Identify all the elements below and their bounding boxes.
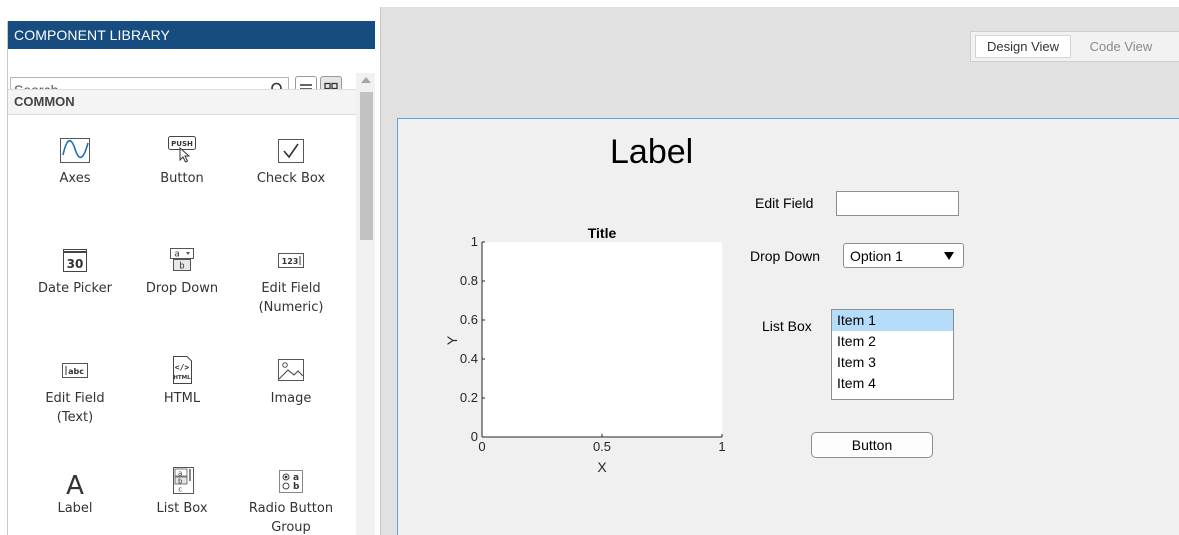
component-label: HTML: [163, 391, 201, 406]
x-tick-label: 0: [478, 439, 485, 454]
component-label-line2: (Numeric): [258, 300, 324, 315]
component-label: Label: [57, 501, 93, 516]
edit-field-input[interactable]: [836, 191, 959, 216]
view-toggle: Design View Code View: [970, 31, 1179, 62]
library-scrollbar[interactable]: [356, 73, 375, 535]
component-label: Drop Down: [145, 281, 219, 296]
scrollbar-thumb[interactable]: [360, 92, 373, 240]
listbox-icon: a b c: [173, 467, 194, 494]
svg-text:</>: </>: [175, 363, 190, 372]
drop-down-value: Option 1: [850, 248, 903, 264]
text-field-icon: abc: [62, 363, 88, 378]
calendar-icon: 30: [63, 249, 87, 272]
y-axis-label: Y: [444, 335, 460, 345]
html-icon: </> HTML: [173, 356, 192, 384]
tab-design-view[interactable]: Design View: [975, 35, 1071, 58]
push-button-icon: PUSH: [168, 136, 196, 163]
dropdown-icon: a b: [170, 248, 194, 272]
list-box-item[interactable]: Item 1: [832, 310, 953, 331]
y-tick-label: 0.4: [460, 351, 478, 366]
list-box-item[interactable]: Item 2: [832, 331, 953, 352]
drop-down[interactable]: Option 1: [843, 243, 964, 268]
x-tick-label: 1: [718, 439, 725, 454]
component-edit-field-text[interactable]: abc Edit Field (Text): [25, 353, 125, 427]
svg-text:abc: abc: [68, 367, 84, 376]
component-label-line1: Edit Field: [45, 391, 105, 406]
list-box[interactable]: Item 1 Item 2 Item 3 Item 4: [831, 309, 954, 400]
component-label[interactable]: A Label: [25, 463, 125, 518]
component-label: Axes: [59, 171, 91, 186]
svg-text:b: b: [178, 477, 182, 485]
component-list-box[interactable]: a b c List Box: [132, 463, 232, 518]
scroll-up-arrow-icon[interactable]: [361, 77, 371, 83]
component-label: Date Picker: [38, 281, 112, 296]
svg-text:PUSH: PUSH: [171, 140, 193, 148]
svg-text:b: b: [179, 262, 184, 272]
component-html[interactable]: </> HTML HTML: [132, 353, 232, 408]
axes-icon: [60, 138, 90, 163]
svg-text:30: 30: [67, 257, 84, 271]
svg-text:c: c: [178, 485, 182, 493]
component-button[interactable]: PUSH Button: [132, 133, 232, 188]
svg-text:a: a: [178, 469, 182, 477]
svg-text:b: b: [293, 482, 300, 492]
component-label-line2: (Text): [56, 410, 94, 425]
checkbox-icon: [278, 139, 304, 163]
svg-text:123: 123: [282, 257, 299, 266]
axes-plot-area: [482, 242, 722, 437]
component-date-picker[interactable]: 30 Date Picker: [25, 243, 125, 298]
axes-component[interactable]: Title 0 0.5 1 0 0.2 0.4 0.6 0.8 1 X Y: [432, 213, 732, 493]
component-drop-down[interactable]: a b Drop Down: [132, 243, 232, 298]
dropdown-arrow-icon[interactable]: [944, 252, 954, 260]
list-box-item[interactable]: Item 4: [832, 373, 953, 394]
axes-title: Title: [588, 225, 617, 241]
list-box-label[interactable]: List Box: [762, 318, 812, 334]
app-figure[interactable]: Label Edit Field Drop Down Option 1 List…: [397, 118, 1179, 535]
list-box-item[interactable]: Item 3: [832, 352, 953, 373]
y-tick-label: 0: [471, 429, 478, 444]
image-icon: [278, 359, 304, 381]
drop-down-label[interactable]: Drop Down: [750, 248, 820, 264]
svg-text:a: a: [174, 250, 179, 260]
category-header-common: COMMON: [8, 89, 356, 115]
component-check-box[interactable]: Check Box: [241, 133, 341, 188]
app-button[interactable]: Button: [811, 432, 933, 458]
x-axis-label: X: [597, 459, 607, 475]
y-tick-label: 0.8: [460, 273, 478, 288]
component-label-line2: Group: [271, 520, 311, 535]
svg-text:HTML: HTML: [173, 375, 191, 381]
component-label-line1: Radio Button: [248, 501, 334, 516]
edit-field-label[interactable]: Edit Field: [755, 195, 813, 211]
component-label-line1: Edit Field: [261, 281, 321, 296]
component-label: Check Box: [256, 171, 326, 186]
x-tick-label: 0.5: [593, 439, 611, 454]
component-label: List Box: [156, 501, 208, 516]
component-library-panel: COMPONENT LIBRARY COMMON Ax: [7, 21, 375, 535]
y-tick-label: 0.6: [460, 312, 478, 327]
app-label[interactable]: Label: [610, 133, 693, 172]
component-label: Image: [270, 391, 312, 406]
svg-text:A: A: [66, 471, 84, 497]
design-canvas: Design View Code View Label Edit Field D…: [380, 7, 1179, 535]
tab-code-view[interactable]: Code View: [1081, 36, 1161, 59]
component-edit-field-numeric[interactable]: 123 Edit Field (Numeric): [241, 243, 341, 317]
numeric-field-icon: 123: [278, 253, 304, 268]
component-axes[interactable]: Axes: [25, 133, 125, 188]
y-tick-label: 1: [471, 234, 478, 249]
label-icon: A: [66, 471, 84, 497]
component-image[interactable]: Image: [241, 353, 341, 408]
library-header: COMPONENT LIBRARY: [8, 21, 375, 49]
radio-group-icon: a b: [279, 470, 303, 493]
component-label: Button: [160, 171, 204, 186]
y-tick-label: 0.2: [460, 390, 478, 405]
component-radio-button-group[interactable]: a b Radio Button Group: [241, 463, 341, 535]
